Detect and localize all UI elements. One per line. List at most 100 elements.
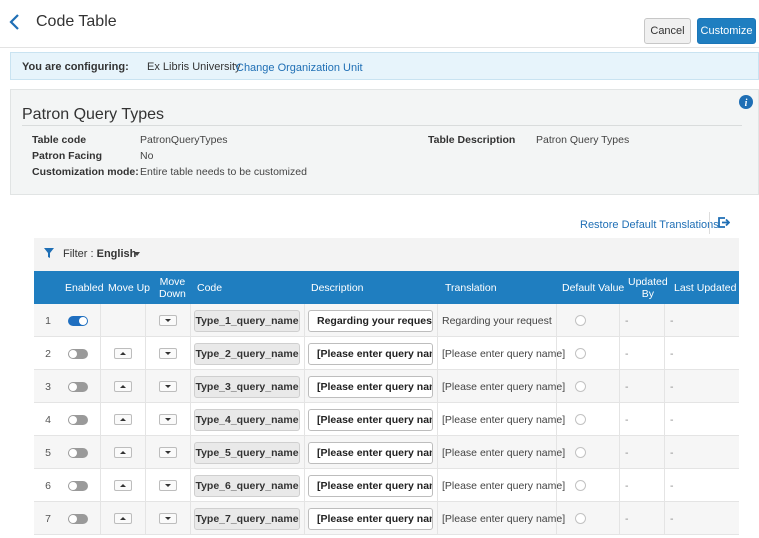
description-input[interactable]: Regarding your request xyxy=(308,310,433,332)
column-translation[interactable]: Translation xyxy=(445,282,497,294)
change-organization-link[interactable]: Change Organization Unit xyxy=(236,62,363,74)
default-value-radio[interactable] xyxy=(575,480,586,491)
move-up-button[interactable] xyxy=(114,414,132,425)
move-down-button[interactable] xyxy=(159,381,177,392)
column-divider xyxy=(304,502,305,535)
move-down-button[interactable] xyxy=(159,513,177,524)
default-value-radio[interactable] xyxy=(575,513,586,524)
restore-default-translations-link[interactable]: Restore Default Translations xyxy=(580,219,719,231)
column-last-updated[interactable]: Last Updated xyxy=(674,282,736,294)
export-icon[interactable] xyxy=(717,216,730,229)
column-move-down-line2: Down xyxy=(159,288,186,300)
description-input[interactable]: [Please enter query name] xyxy=(308,343,433,365)
move-up-button[interactable] xyxy=(114,447,132,458)
chevron-down-icon xyxy=(165,517,171,520)
column-move-up[interactable]: Move Up xyxy=(108,282,150,294)
description-input[interactable]: [Please enter query name] xyxy=(308,376,433,398)
default-value-radio[interactable] xyxy=(575,447,586,458)
default-value-radio[interactable] xyxy=(575,381,586,392)
column-divider xyxy=(190,469,191,502)
last-updated-value: - xyxy=(670,480,674,492)
updated-by-value: - xyxy=(625,315,629,327)
default-value-radio[interactable] xyxy=(575,348,586,359)
column-divider xyxy=(619,370,620,403)
description-input[interactable]: [Please enter query name] xyxy=(308,508,433,530)
column-divider xyxy=(556,403,557,436)
last-updated-value: - xyxy=(670,414,674,426)
move-up-button[interactable] xyxy=(114,381,132,392)
table-row: 2 Type_2_query_name [Please enter query … xyxy=(34,337,739,370)
column-divider xyxy=(556,370,557,403)
filter-icon[interactable] xyxy=(44,248,54,258)
last-updated-value: - xyxy=(670,513,674,525)
updated-by-value: - xyxy=(625,513,629,525)
column-move-down[interactable]: Move Down xyxy=(159,276,186,300)
code-field: Type_2_query_name xyxy=(194,343,300,365)
description-input[interactable]: [Please enter query name] xyxy=(308,442,433,464)
move-down-button[interactable] xyxy=(159,315,177,326)
column-default-value[interactable]: Default Value xyxy=(562,282,624,294)
last-updated-value: - xyxy=(670,381,674,393)
updated-by-value: - xyxy=(625,480,629,492)
cancel-button[interactable]: Cancel xyxy=(644,18,691,44)
enabled-toggle[interactable] xyxy=(68,382,88,392)
move-down-button[interactable] xyxy=(159,414,177,425)
chevron-up-icon xyxy=(120,352,126,355)
chevron-down-icon[interactable] xyxy=(134,252,140,256)
default-value-radio[interactable] xyxy=(575,414,586,425)
patron-facing-value: No xyxy=(140,150,154,162)
column-divider xyxy=(145,502,146,535)
column-divider xyxy=(619,304,620,337)
info-icon[interactable]: i xyxy=(739,95,753,109)
column-description[interactable]: Description xyxy=(311,282,364,294)
column-divider xyxy=(664,469,665,502)
filter-dropdown[interactable]: Filter : English xyxy=(63,248,136,260)
row-number: 1 xyxy=(45,315,51,327)
table-description-value: Patron Query Types xyxy=(536,134,630,146)
column-code[interactable]: Code xyxy=(197,282,222,294)
column-divider xyxy=(304,304,305,337)
enabled-toggle[interactable] xyxy=(68,415,88,425)
column-divider xyxy=(100,337,101,370)
chevron-up-icon xyxy=(120,517,126,520)
table-title: Patron Query Types xyxy=(22,106,164,123)
move-down-button[interactable] xyxy=(159,480,177,491)
enabled-toggle[interactable] xyxy=(68,514,88,524)
enabled-toggle[interactable] xyxy=(68,448,88,458)
column-divider xyxy=(619,469,620,502)
column-divider xyxy=(190,403,191,436)
translation-text: Regarding your request xyxy=(442,315,552,327)
move-down-button[interactable] xyxy=(159,447,177,458)
customize-button[interactable]: Customize xyxy=(697,18,756,44)
column-divider xyxy=(556,469,557,502)
row-number: 6 xyxy=(45,480,51,492)
column-enabled[interactable]: Enabled xyxy=(65,282,104,294)
move-up-button[interactable] xyxy=(114,480,132,491)
enabled-toggle[interactable] xyxy=(68,316,88,326)
description-input[interactable]: [Please enter query name] xyxy=(308,475,433,497)
column-updated-by[interactable]: Updated By xyxy=(628,276,668,300)
default-value-radio[interactable] xyxy=(575,315,586,326)
back-chevron-icon[interactable] xyxy=(6,11,24,33)
move-down-button[interactable] xyxy=(159,348,177,359)
row-number: 7 xyxy=(45,513,51,525)
filter-value: English xyxy=(96,248,137,260)
row-number: 2 xyxy=(45,348,51,360)
column-divider xyxy=(437,502,438,535)
code-field: Type_6_query_name xyxy=(194,475,300,497)
column-divider xyxy=(304,403,305,436)
description-input[interactable]: [Please enter query name] xyxy=(308,409,433,431)
translation-text: [Please enter query name] xyxy=(442,381,566,393)
column-divider xyxy=(437,337,438,370)
move-up-button[interactable] xyxy=(114,348,132,359)
column-divider xyxy=(304,469,305,502)
column-divider xyxy=(190,304,191,337)
svg-text:i: i xyxy=(745,98,748,109)
chevron-up-icon xyxy=(120,484,126,487)
move-up-button[interactable] xyxy=(114,513,132,524)
enabled-toggle[interactable] xyxy=(68,349,88,359)
configuring-label: You are configuring: xyxy=(22,61,129,73)
configuring-bar: You are configuring: Ex Libris Universit… xyxy=(10,52,759,80)
column-divider xyxy=(100,469,101,502)
enabled-toggle[interactable] xyxy=(68,481,88,491)
